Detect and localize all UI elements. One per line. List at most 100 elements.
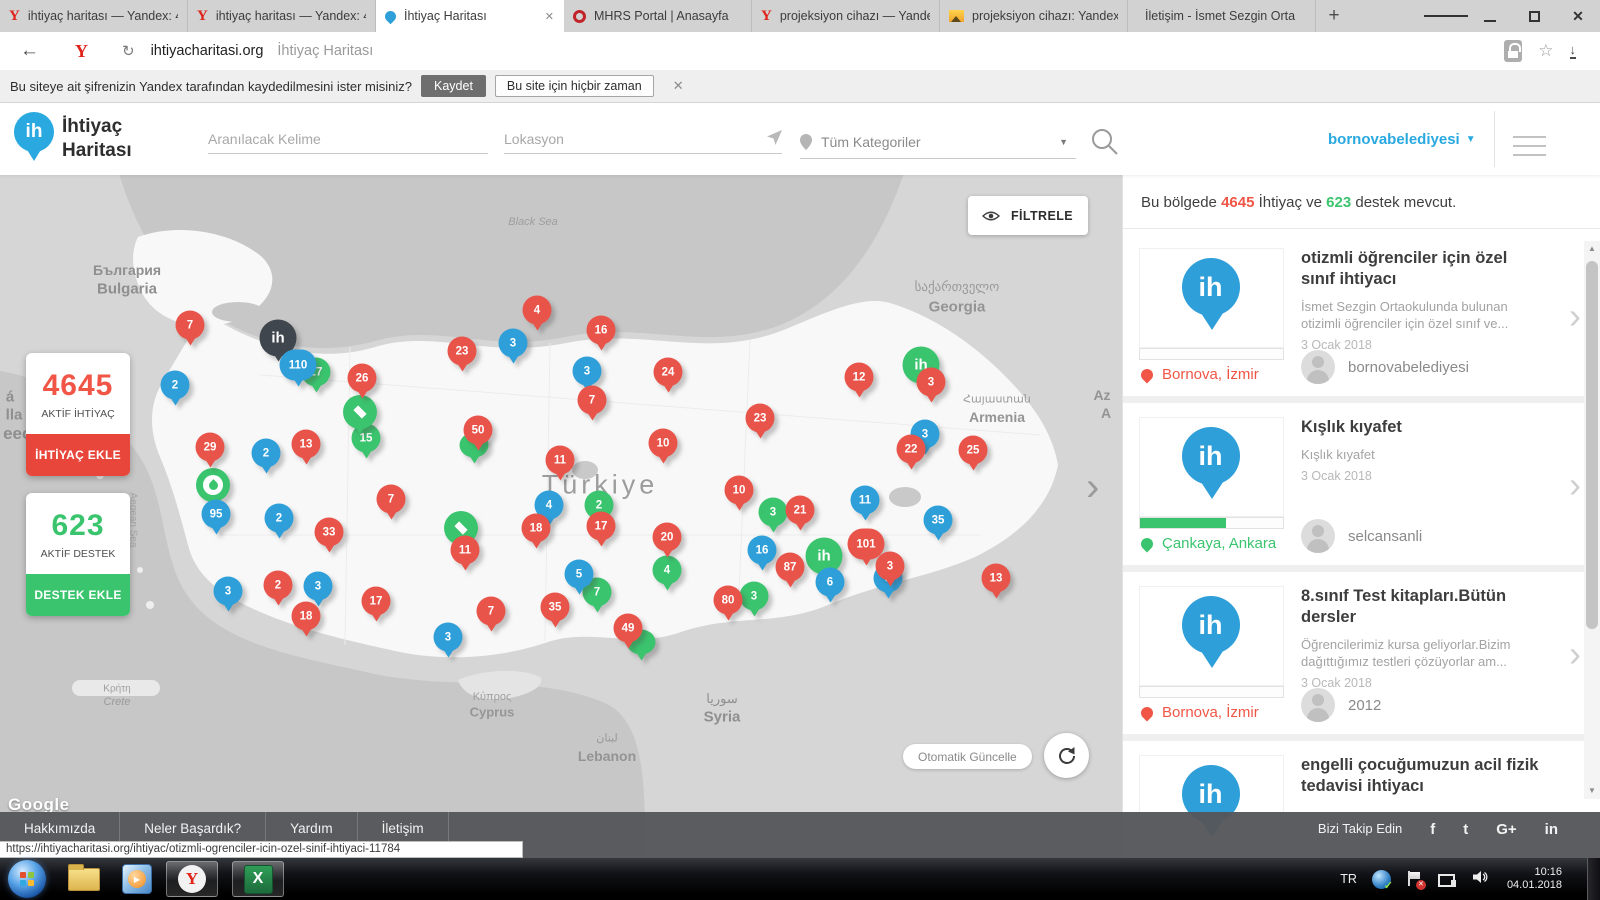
map-marker[interactable]: 3 xyxy=(740,582,769,611)
map-marker[interactable]: 7 xyxy=(477,597,506,626)
clock[interactable]: 10:16 04.01.2018 xyxy=(1503,866,1572,892)
map-marker[interactable]: 2 xyxy=(161,371,190,400)
start-button-icon[interactable] xyxy=(8,860,46,898)
language-indicator[interactable]: TR xyxy=(1340,872,1357,886)
card-user[interactable]: bornovabelediyesi xyxy=(1301,350,1469,384)
card-chevron-icon[interactable]: › xyxy=(1569,636,1581,672)
network-icon[interactable] xyxy=(1438,872,1456,887)
map-marker[interactable]: 18 xyxy=(522,514,551,543)
never-save-button[interactable]: Bu site için hiçbir zaman xyxy=(495,75,654,97)
site-menu-icon[interactable] xyxy=(1513,129,1546,163)
map-marker[interactable]: 5 xyxy=(565,560,594,589)
map-marker[interactable]: 3 xyxy=(434,623,463,652)
new-tab-button[interactable]: + xyxy=(1316,0,1352,32)
need-card[interactable]: ih Bornova, İzmir otizmli öğrenciler içi… xyxy=(1123,234,1585,396)
browser-tab[interactable]: Yprojeksiyon cihazı — Yande xyxy=(752,0,940,32)
media-player-icon[interactable]: ▶ xyxy=(122,864,152,894)
minimize-button[interactable] xyxy=(1468,0,1512,32)
bookmark-star-icon[interactable]: ☆ xyxy=(1538,41,1553,61)
auto-update-toggle[interactable]: Otomatik Güncelle xyxy=(903,744,1032,769)
maximize-button[interactable] xyxy=(1512,0,1556,32)
reload-icon[interactable]: ↻ xyxy=(122,42,135,60)
save-password-button[interactable]: Kaydet xyxy=(421,75,486,97)
card-user[interactable]: selcansanli xyxy=(1301,519,1422,553)
map-marker[interactable]: 29 xyxy=(196,433,225,462)
updater-tray-icon[interactable] xyxy=(1372,870,1391,889)
locate-arrow-icon[interactable] xyxy=(766,129,783,151)
show-desktop-button[interactable] xyxy=(1587,858,1600,900)
card-user[interactable]: 2012 xyxy=(1301,688,1381,722)
map-marker[interactable]: 13 xyxy=(982,564,1011,593)
card-chevron-icon[interactable]: › xyxy=(1569,298,1581,334)
map-marker[interactable]: 3 xyxy=(499,329,528,358)
map-marker[interactable]: 35 xyxy=(541,593,570,622)
scroll-up-icon[interactable]: ▲ xyxy=(1584,241,1600,257)
map-marker[interactable]: 110 xyxy=(280,350,317,381)
map-marker[interactable]: 21 xyxy=(786,496,815,525)
map-marker[interactable]: 80 xyxy=(714,586,743,615)
add-support-button[interactable]: DESTEK EKLE xyxy=(26,574,130,616)
need-card[interactable]: ih Bornova, İzmir 8.sınıf Test kitapları… xyxy=(1123,572,1585,734)
scrollbar-thumb[interactable] xyxy=(1586,261,1598,629)
browser-tab[interactable]: Yihtiyaç haritası — Yandex: 4 xyxy=(0,0,188,32)
action-center-flag-icon[interactable]: ✕ xyxy=(1406,871,1423,888)
map-marker[interactable]: 16 xyxy=(587,316,616,345)
map-marker[interactable]: 17 xyxy=(362,587,391,616)
search-icon[interactable] xyxy=(1090,127,1120,162)
back-icon[interactable]: ← xyxy=(20,40,39,62)
excel-taskbar-icon[interactable]: X xyxy=(232,861,284,897)
map-marker[interactable]: 17 xyxy=(587,512,616,541)
user-menu[interactable]: bornovabelediyesi ▼ xyxy=(1328,131,1476,148)
browser-tab[interactable]: projeksiyon cihazı: Yandex.G xyxy=(940,0,1128,32)
address-url[interactable]: ihtiyacharitasi.org xyxy=(151,43,264,59)
map-marker[interactable]: 11 xyxy=(451,536,480,565)
browser-tab[interactable]: Yihtiyaç haritası — Yandex: 4 xyxy=(188,0,376,32)
site-logo[interactable]: ih xyxy=(14,112,54,166)
map-marker[interactable]: 2 xyxy=(252,439,281,468)
map-marker[interactable]: 20 xyxy=(653,523,682,552)
linkedin-icon[interactable]: in xyxy=(1545,821,1558,838)
map-marker[interactable]: 7 xyxy=(176,311,205,340)
next-arrow-icon[interactable]: › xyxy=(1086,467,1099,507)
map-marker[interactable]: 6 xyxy=(816,568,845,597)
map-marker[interactable]: 33 xyxy=(315,518,344,547)
need-card[interactable]: ih Çankaya, Ankara Kışlık kıyafet Kışlık… xyxy=(1123,403,1585,565)
card-title[interactable]: otizmli öğrenciler için özel sınıf ihtiy… xyxy=(1301,248,1545,290)
map-marker[interactable]: 13 xyxy=(292,430,321,459)
map-marker[interactable]: 26 xyxy=(348,364,377,393)
speaker-icon[interactable] xyxy=(1471,869,1488,890)
google-plus-icon[interactable]: G+ xyxy=(1496,821,1516,838)
map-marker[interactable]: 35 xyxy=(924,506,953,535)
refresh-button[interactable] xyxy=(1044,733,1089,778)
map-marker[interactable]: 18 xyxy=(292,602,321,631)
card-title[interactable]: 8.sınıf Test kitapları.Bütün dersler xyxy=(1301,586,1545,628)
browser-menu-icon[interactable] xyxy=(1424,0,1468,32)
add-need-button[interactable]: İHTİYAÇ EKLE xyxy=(26,434,130,476)
category-dropdown[interactable]: Tüm Kategoriler ▼ xyxy=(800,125,1076,159)
map-marker[interactable]: 23 xyxy=(448,337,477,366)
keyword-search-input[interactable] xyxy=(208,125,488,154)
map-marker[interactable]: 3 xyxy=(573,357,602,386)
map-marker[interactable]: 3 xyxy=(876,552,905,581)
yandex-browser-taskbar-icon[interactable]: Y xyxy=(166,861,218,897)
map-marker[interactable]: 50 xyxy=(464,416,493,445)
map-marker[interactable]: 2 xyxy=(264,571,293,600)
twitter-icon[interactable]: t xyxy=(1463,821,1468,838)
sidebar-scrollbar[interactable]: ▲ ▼ xyxy=(1584,241,1600,799)
card-title[interactable]: Kışlık kıyafet xyxy=(1301,417,1545,438)
explorer-icon[interactable] xyxy=(68,868,100,891)
map-marker[interactable]: 16 xyxy=(748,536,777,565)
map-marker[interactable]: 23 xyxy=(746,404,775,433)
tab-close-icon[interactable]: ✕ xyxy=(541,10,554,23)
map-marker[interactable]: 7 xyxy=(377,485,406,514)
map-marker[interactable]: 11 xyxy=(851,486,880,515)
map-marker[interactable]: 24 xyxy=(654,358,683,387)
map-marker[interactable]: 12 xyxy=(845,363,874,392)
map-marker[interactable]: 25 xyxy=(959,436,988,465)
facebook-icon[interactable]: f xyxy=(1430,821,1435,838)
map-canvas[interactable]: Black SeaБългарияBulgariaსაქართველოGeorg… xyxy=(0,175,1122,858)
lock-icon[interactable] xyxy=(1504,40,1522,62)
map-marker[interactable]: 3 xyxy=(214,577,243,606)
close-button[interactable]: ✕ xyxy=(1556,0,1600,32)
map-marker[interactable]: 7 xyxy=(578,386,607,415)
